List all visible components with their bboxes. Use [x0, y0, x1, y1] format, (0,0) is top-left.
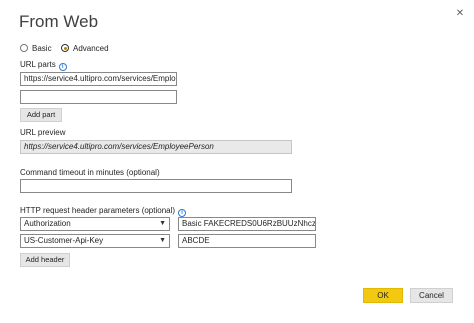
- info-icon[interactable]: i: [178, 209, 187, 217]
- cancel-button[interactable]: Cancel: [410, 288, 453, 303]
- header-name-select-1-value: Authorization: [24, 219, 71, 228]
- header-value-input-2[interactable]: ABCDE: [178, 234, 316, 248]
- add-header-button[interactable]: Add header: [20, 253, 70, 267]
- radio-basic-circle[interactable]: [20, 44, 28, 52]
- headers-label-text: HTTP request header parameters (optional…: [20, 206, 176, 215]
- radio-basic-label: Basic: [32, 43, 52, 53]
- url-preview-label: URL preview: [20, 128, 66, 137]
- url-parts-label: URL parts i: [20, 60, 67, 71]
- add-part-button[interactable]: Add part: [20, 108, 62, 122]
- info-icon[interactable]: i: [58, 63, 67, 71]
- dialog-title: From Web: [19, 12, 99, 31]
- url-preview-field: https://service4.ultipro.com/services/Em…: [20, 140, 292, 154]
- url-part-1-input[interactable]: https://service4.ultipro.com/services/Em…: [20, 72, 177, 86]
- ok-button[interactable]: OK: [363, 288, 403, 303]
- radio-basic[interactable]: Basic: [20, 42, 52, 54]
- chevron-down-icon: ▼: [159, 237, 166, 244]
- header-name-select-2-value: US-Customer-Api-Key: [24, 236, 104, 245]
- close-icon[interactable]: ✕: [454, 8, 466, 20]
- url-part-2-input[interactable]: [20, 90, 177, 104]
- headers-label: HTTP request header parameters (optional…: [20, 206, 187, 217]
- radio-advanced[interactable]: Advanced: [61, 42, 109, 54]
- timeout-label: Command timeout in minutes (optional): [20, 168, 160, 177]
- header-name-select-2[interactable]: US-Customer-Api-Key ▼: [20, 234, 170, 248]
- radio-advanced-circle[interactable]: [61, 44, 69, 52]
- url-parts-label-text: URL parts: [20, 60, 56, 69]
- chevron-down-icon: ▼: [159, 220, 166, 227]
- radio-advanced-label: Advanced: [73, 43, 109, 53]
- timeout-input[interactable]: [20, 179, 292, 193]
- header-value-input-1[interactable]: Basic FAKECREDS0U6RzBUUzNhczBu: [178, 217, 316, 231]
- header-name-select-1[interactable]: Authorization ▼: [20, 217, 170, 231]
